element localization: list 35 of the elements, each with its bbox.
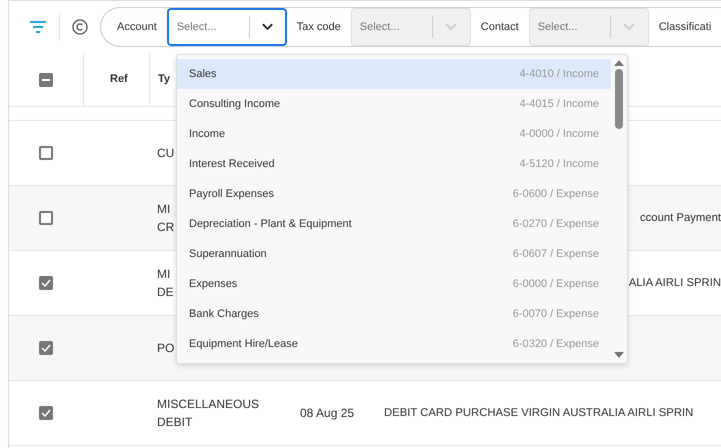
table-cell: MI CR [157,202,174,234]
option-code: 6-0607 / Expense [512,246,599,262]
filter-label: Tax code [296,20,341,35]
option-name: Depreciation - Plant & Equipment [189,216,352,232]
filter-label: Account [117,20,157,35]
option-name: Interest Received [189,156,275,172]
table-cell: MISCELLANEOUS DEBIT [157,397,260,429]
option-code: 6-0000 / Expense [512,276,599,292]
column-header: Ref [83,52,149,106]
option-name: Payroll Expenses [189,186,274,202]
table-cell-text: DEBIT CARD PURCHASE VIRGIN AUSTRALIA AIRLI SPRIN [384,406,694,421]
option-code: 6-0270 / Expense [512,216,599,232]
option-name: Income [189,126,226,142]
option-name: Consulting Income [189,96,280,112]
option-code: 6-0320 / Expense [512,336,599,352]
option-code: 4-5120 / Income [520,156,599,172]
table-cell: CU [157,146,174,160]
option-name: Superannuation [189,246,267,262]
option-code: 6-0070 / Expense [512,306,599,322]
table-cell: 08 Aug 25 [300,406,354,420]
option-code: 4-4015 / Income [520,96,599,112]
table-cell: MI DE [157,267,174,299]
option-name: Equipment Hire/Lease [189,336,298,352]
table-cell-text: ALIA AIRLI SPRIN [628,276,721,291]
option-name: Expenses [189,276,238,292]
option-code: 6-0600 / Expense [512,186,599,202]
column-header: Ty [149,52,170,106]
filter-label: Classificati [658,20,712,35]
filter-label: Contact [480,20,519,35]
option-name: Bank Charges [189,306,259,322]
option-name: Sales [189,66,217,82]
table-cell: PO [157,341,174,355]
option-code: 4-0000 / Income [520,126,599,142]
option-code: 4-4010 / Income [520,66,599,82]
table-cell-text: ccount Payment [640,210,721,226]
